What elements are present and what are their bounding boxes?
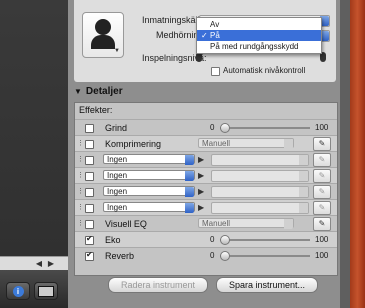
- media-browser-button[interactable]: [34, 282, 58, 300]
- effects-box: Effekter: Grind 0 100 ⋮ Komprimering Man…: [74, 102, 338, 276]
- echo-max: 100: [315, 235, 329, 244]
- visual-eq-checkbox[interactable]: [85, 220, 94, 229]
- info-button[interactable]: i: [6, 282, 30, 300]
- slot1-preset-select[interactable]: [211, 154, 309, 166]
- echo-label: Eko: [105, 235, 121, 245]
- instrument-icon-picker[interactable]: ▼: [82, 12, 124, 58]
- effect-row-slot2: ⋮ Ingen ▶ ✎: [75, 167, 337, 184]
- window-edge-decoration: [350, 0, 365, 308]
- slot2-preset-select[interactable]: [211, 170, 309, 182]
- grind-max: 100: [315, 123, 329, 132]
- effect-row-reverb: Reverb 0 100: [75, 247, 337, 264]
- details-header[interactable]: ▼ Detaljer: [74, 86, 123, 97]
- horizontal-scrollbar[interactable]: ◀ ▶: [0, 256, 68, 271]
- effect-row-compressor: ⋮ Komprimering Manuell ✎: [75, 135, 337, 152]
- visual-eq-label: Visuell EQ: [105, 219, 147, 229]
- play-arrow-icon: ▶: [198, 187, 205, 196]
- scroll-right-icon[interactable]: ▶: [46, 259, 56, 268]
- pencil-icon: ✎: [318, 203, 326, 212]
- effect-row-visual-eq: ⋮ Visuell EQ Manuell ✎: [75, 215, 337, 232]
- vertical-scrollbar[interactable]: [340, 0, 350, 308]
- menu-item-on[interactable]: ✓ På: [197, 30, 321, 41]
- drag-handle-icon[interactable]: ⋮: [77, 187, 84, 195]
- compressor-preset-select[interactable]: Manuell: [198, 138, 294, 149]
- echo-checkbox[interactable]: [85, 234, 94, 245]
- menu-item-on-feedback-protection[interactable]: På med rundgångsskydd: [197, 41, 321, 52]
- slot3-checkbox[interactable]: [85, 188, 94, 197]
- play-arrow-icon: ▶: [198, 155, 205, 164]
- effect-row-echo: Eko 0 100: [75, 231, 337, 248]
- slot2-effect-select[interactable]: Ingen: [103, 170, 195, 181]
- visual-eq-preset-select[interactable]: Manuell: [198, 218, 294, 229]
- drag-handle-icon[interactable]: ⋮: [77, 203, 84, 211]
- effect-row-slot1: ⋮ Ingen ▶ ✎: [75, 151, 337, 168]
- media-icon: [38, 285, 54, 297]
- slot4-preset-select[interactable]: [211, 202, 309, 214]
- scroll-left-icon[interactable]: ◀: [34, 259, 44, 268]
- drag-handle-icon[interactable]: ⋮: [77, 219, 84, 227]
- pencil-icon: ✎: [318, 219, 326, 228]
- pencil-icon: ✎: [318, 187, 326, 196]
- delete-instrument-button[interactable]: Radera instrument: [108, 277, 208, 293]
- reverb-label: Reverb: [105, 251, 135, 261]
- slot3-preset-select[interactable]: [211, 186, 309, 198]
- save-instrument-button[interactable]: Spara instrument...: [216, 277, 318, 293]
- dropdown-arrow-icon: ▼: [114, 48, 120, 54]
- slider-knob[interactable]: [220, 235, 230, 245]
- compressor-checkbox[interactable]: [85, 140, 94, 149]
- slot2-checkbox[interactable]: [85, 172, 94, 181]
- slot4-effect-select[interactable]: Ingen: [103, 202, 195, 213]
- slider-knob[interactable]: [220, 123, 230, 133]
- checkmark-icon: ✓: [201, 31, 208, 40]
- drag-handle-icon[interactable]: ⋮: [77, 155, 84, 163]
- effects-title: Effekter:: [79, 105, 113, 115]
- play-arrow-icon: ▶: [198, 203, 205, 212]
- disclosure-triangle-icon[interactable]: ▼: [74, 87, 82, 96]
- play-arrow-icon: ▶: [198, 171, 205, 180]
- edit-visual-eq-button[interactable]: ✎: [313, 217, 331, 231]
- effect-row-slot4: ⋮ Ingen ▶ ✎: [75, 199, 337, 216]
- grind-checkbox[interactable]: [85, 124, 94, 133]
- grind-label: Grind: [105, 123, 128, 133]
- slider-knob[interactable]: [220, 251, 230, 261]
- info-icon: i: [12, 285, 24, 297]
- slot1-effect-select[interactable]: Ingen: [103, 154, 195, 165]
- drag-handle-icon[interactable]: ⋮: [77, 171, 84, 179]
- singer-body-icon: [91, 35, 115, 49]
- menu-item-off[interactable]: Av: [197, 19, 321, 30]
- left-toolbar: i: [0, 270, 68, 308]
- reverb-slider[interactable]: [220, 251, 310, 261]
- reverb-checkbox[interactable]: [85, 250, 94, 261]
- slot4-checkbox[interactable]: [85, 204, 94, 213]
- echo-slider[interactable]: [220, 235, 310, 245]
- drag-handle-icon[interactable]: ⋮: [77, 139, 84, 147]
- effect-row-grind: Grind 0 100: [75, 119, 337, 136]
- singer-head-icon: [95, 19, 111, 35]
- auto-level-label: Automatisk nivåkontroll: [223, 66, 306, 75]
- edit-slot3-button[interactable]: ✎: [313, 185, 331, 199]
- edit-slot1-button[interactable]: ✎: [313, 153, 331, 167]
- reverb-max: 100: [315, 251, 329, 260]
- slot1-checkbox[interactable]: [85, 156, 94, 165]
- monitoring-menu: Av ✓ På På med rundgångsskydd: [196, 17, 322, 54]
- grind-min: 0: [210, 123, 215, 132]
- pencil-icon: ✎: [318, 139, 326, 148]
- edit-slot4-button[interactable]: ✎: [313, 201, 331, 215]
- auto-level-checkbox[interactable]: [211, 67, 220, 76]
- compressor-label: Komprimering: [105, 139, 162, 149]
- slot3-effect-select[interactable]: Ingen: [103, 186, 195, 197]
- reverb-min: 0: [210, 251, 215, 260]
- pencil-icon: ✎: [318, 155, 326, 164]
- edit-compressor-button[interactable]: ✎: [313, 137, 331, 151]
- edit-slot2-button[interactable]: ✎: [313, 169, 331, 183]
- pencil-icon: ✎: [318, 171, 326, 180]
- effect-row-slot3: ⋮ Ingen ▶ ✎: [75, 183, 337, 200]
- echo-min: 0: [210, 235, 215, 244]
- grind-slider[interactable]: [220, 123, 310, 133]
